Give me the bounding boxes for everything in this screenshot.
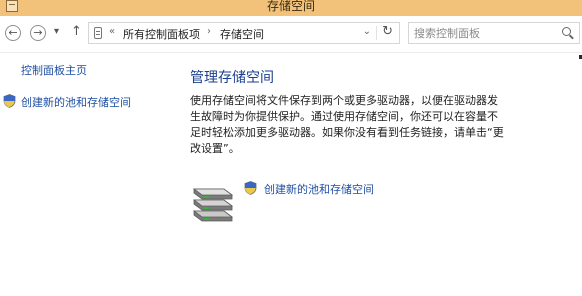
forward-arrow-icon[interactable]: → <box>30 25 46 41</box>
navigation-bar: ← → ▾ ↑ « 所有控制面板项 › 存储空间 ⌄ ↻ <box>0 16 582 53</box>
uac-shield-icon <box>244 181 257 195</box>
search-box[interactable] <box>408 22 580 44</box>
overflow-chevron[interactable]: « <box>109 26 115 37</box>
page-description: 使用存储空间将文件保存到两个或更多驱动器，以便在驱动器发生故障时为你提供保护。通… <box>190 94 504 155</box>
address-dropdown-icon[interactable]: ⌄ <box>363 26 371 37</box>
create-pool-label[interactable]: 创建新的池和存储空间 <box>264 181 374 197</box>
uac-shield-icon <box>3 94 16 108</box>
sidebar-create-pool-label[interactable]: 创建新的池和存储空间 <box>21 94 131 110</box>
page-title: 管理存储空间 <box>190 70 274 86</box>
refresh-icon[interactable]: ↻ <box>382 24 393 39</box>
back-arrow-icon[interactable]: ← <box>5 25 21 41</box>
control-panel-icon <box>94 27 102 39</box>
sidebar: 控制面板主页 创建新的池和存储空间 <box>0 53 176 296</box>
search-input[interactable] <box>414 25 554 41</box>
breadcrumb-all-items[interactable]: 所有控制面板项 <box>123 26 200 42</box>
breadcrumb-separator[interactable]: › <box>207 26 211 37</box>
storage-drives-icon <box>192 188 234 222</box>
address-bar[interactable]: « 所有控制面板项 › 存储空间 ⌄ ↻ <box>88 22 400 44</box>
title-bar: 存储空间 <box>0 0 582 16</box>
main-content: 管理存储空间 使用存储空间将文件保存到两个或更多驱动器，以便在驱动器发生故障时为… <box>188 53 582 296</box>
search-icon[interactable] <box>562 27 571 36</box>
control-panel-home-link[interactable]: 控制面板主页 <box>21 62 87 78</box>
address-divider <box>376 26 377 40</box>
up-arrow-icon[interactable]: ↑ <box>71 24 82 39</box>
chevron-down-icon[interactable]: ▾ <box>54 26 59 37</box>
window-title: 存储空间 <box>266 0 315 13</box>
breadcrumb-storage-spaces[interactable]: 存储空间 <box>220 26 264 42</box>
